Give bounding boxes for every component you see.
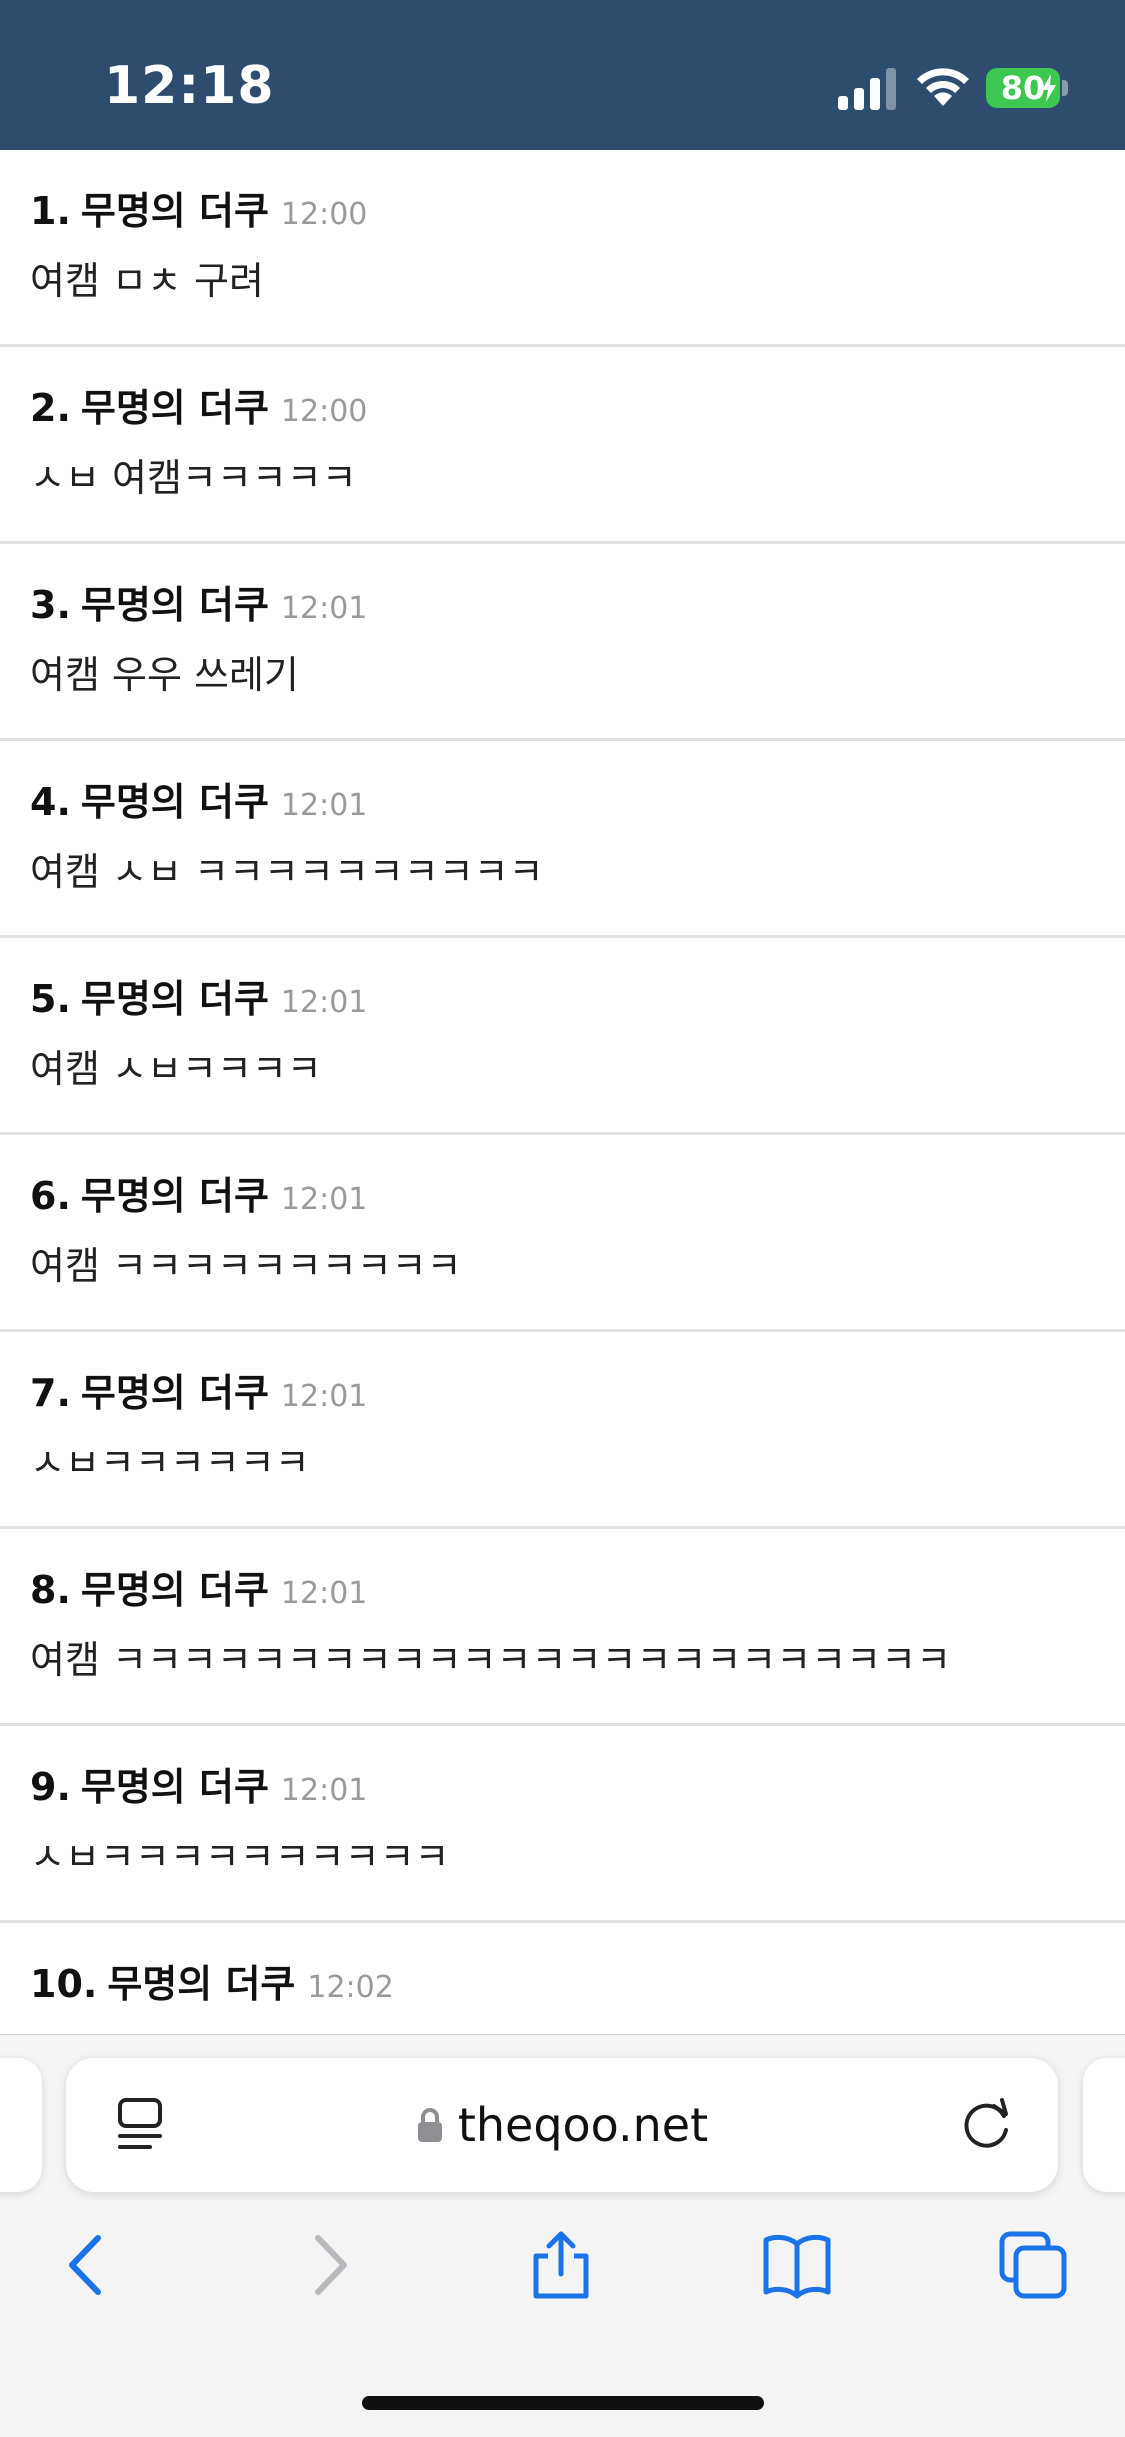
comment-header: 5. 무명의 더쿠 12:01 (30, 968, 367, 1023)
comment-number: 1. (30, 189, 71, 233)
share-icon[interactable] (526, 2230, 596, 2300)
url-text: theqoo.net (457, 2098, 709, 2152)
tabs-icon[interactable] (998, 2230, 1068, 2300)
comment-text: ㅅㅂㅋㅋㅋㅋㅋㅋㅋㅋㅋㅋ (30, 1835, 450, 1879)
comment-text: 여캠 ㅁㅊ 구려 (30, 259, 264, 303)
comment-item[interactable]: 1. 무명의 더쿠 12:00 여캠 ㅁㅊ 구려 (0, 150, 1125, 347)
comment-item[interactable]: 9. 무명의 더쿠 12:01 ㅅㅂㅋㅋㅋㅋㅋㅋㅋㅋㅋㅋ (0, 1726, 1125, 1923)
comment-time: 12:01 (280, 1773, 368, 1808)
comment-header: 7. 무명의 더쿠 12:01 (30, 1362, 367, 1417)
comment-header: 9. 무명의 더쿠 12:01 (30, 1756, 367, 1811)
comment-text: 여캠 우우 쓰레기 (30, 653, 299, 697)
reload-icon[interactable] (958, 2094, 1018, 2154)
comment-author: 무명의 더쿠 (80, 386, 269, 430)
comment-header: 2. 무명의 더쿠 12:00 (30, 377, 367, 432)
comment-time: 12:01 (280, 1379, 368, 1414)
comment-header: 6. 무명의 더쿠 12:01 (30, 1165, 367, 1220)
comment-number: 3. (30, 583, 71, 627)
comment-time: 12:00 (280, 197, 368, 232)
back-icon[interactable] (52, 2230, 122, 2300)
comment-time: 12:01 (280, 788, 368, 823)
comment-number: 4. (30, 780, 71, 824)
comment-header: 4. 무명의 더쿠 12:01 (30, 771, 367, 826)
comment-header: 3. 무명의 더쿠 12:01 (30, 574, 367, 629)
comment-author: 무명의 더쿠 (80, 1765, 269, 1809)
comment-number: 9. (30, 1765, 71, 1809)
forward-icon[interactable] (294, 2230, 364, 2300)
comment-author: 무명의 더쿠 (80, 189, 269, 233)
comment-item[interactable]: 7. 무명의 더쿠 12:01 ㅅㅂㅋㅋㅋㅋㅋㅋ (0, 1332, 1125, 1529)
comment-author: 무명의 더쿠 (80, 780, 269, 824)
comment-item[interactable]: 4. 무명의 더쿠 12:01 여캠 ㅅㅂ ㅋㅋㅋㅋㅋㅋㅋㅋㅋㅋ (0, 741, 1125, 938)
comment-time: 12:01 (280, 985, 368, 1020)
previous-tab-peek[interactable] (0, 2058, 42, 2192)
comment-number: 10. (30, 1962, 98, 2006)
comment-author: 무명의 더쿠 (80, 1568, 269, 1612)
comment-time: 12:02 (307, 1970, 394, 2005)
comment-item[interactable]: 3. 무명의 더쿠 12:01 여캠 우우 쓰레기 (0, 544, 1125, 741)
comment-item[interactable]: 5. 무명의 더쿠 12:01 여캠 ㅅㅂㅋㅋㅋㅋ (0, 938, 1125, 1135)
comment-text: 여캠 ㅋㅋㅋㅋㅋㅋㅋㅋㅋㅋ (30, 1244, 462, 1288)
comment-author: 무명의 더쿠 (80, 583, 269, 627)
battery-level: 80 (1000, 69, 1046, 107)
cellular-signal-icon (838, 68, 896, 110)
comment-item[interactable]: 8. 무명의 더쿠 12:01 여캠 ㅋㅋㅋㅋㅋㅋㅋㅋㅋㅋㅋㅋㅋㅋㅋㅋㅋㅋㅋㅋㅋㅋㅋㅋ (0, 1529, 1125, 1726)
status-bar: 12:18 80 (0, 0, 1125, 150)
comment-number: 7. (30, 1371, 71, 1415)
comment-number: 6. (30, 1174, 71, 1218)
comment-item[interactable]: 10. 무명의 더쿠 12:02 (0, 1923, 1125, 2025)
comment-header: 8. 무명의 더쿠 12:01 (30, 1559, 367, 1614)
comment-time: 12:00 (280, 394, 368, 429)
comment-time: 12:01 (280, 591, 368, 626)
comment-text: ㅅㅂ 여캠ㅋㅋㅋㅋㅋ (30, 456, 357, 500)
status-time: 12:18 (104, 56, 275, 116)
comment-author: 무명의 더쿠 (107, 1962, 296, 2006)
comment-author: 무명의 더쿠 (80, 977, 269, 1021)
comment-number: 5. (30, 977, 71, 1021)
battery-cap (1062, 80, 1068, 96)
comment-list: 1. 무명의 더쿠 12:00 여캠 ㅁㅊ 구려 2. 무명의 더쿠 12:00 ㅅㅂ 여캠ㅋ… (0, 150, 1125, 2025)
home-indicator[interactable] (362, 2396, 764, 2410)
wifi-icon (917, 68, 969, 106)
comment-header: 1. 무명의 더쿠 12:00 (30, 180, 367, 235)
comment-text: ㅅㅂㅋㅋㅋㅋㅋㅋ (30, 1441, 310, 1485)
charging-bolt-icon (1042, 74, 1056, 102)
comment-text: 여캠 ㅋㅋㅋㅋㅋㅋㅋㅋㅋㅋㅋㅋㅋㅋㅋㅋㅋㅋㅋㅋㅋㅋㅋㅋ (30, 1638, 952, 1682)
comment-header: 10. 무명의 더쿠 12:02 (30, 1953, 394, 2008)
comment-item[interactable]: 2. 무명의 더쿠 12:00 ㅅㅂ 여캠ㅋㅋㅋㅋㅋ (0, 347, 1125, 544)
comment-author: 무명의 더쿠 (80, 1174, 269, 1218)
comment-time: 12:01 (280, 1182, 368, 1217)
url-display[interactable]: theqoo.net (66, 2058, 1058, 2192)
comment-author: 무명의 더쿠 (80, 1371, 269, 1415)
comment-item[interactable]: 6. 무명의 더쿠 12:01 여캠 ㅋㅋㅋㅋㅋㅋㅋㅋㅋㅋ (0, 1135, 1125, 1332)
next-tab-peek[interactable] (1083, 2058, 1125, 2192)
bookmarks-icon[interactable] (762, 2230, 832, 2300)
comment-time: 12:01 (280, 1576, 368, 1611)
lock-icon (417, 2108, 442, 2142)
comment-number: 8. (30, 1568, 71, 1612)
address-bar[interactable]: theqoo.net (66, 2058, 1058, 2192)
comment-number: 2. (30, 386, 71, 430)
comment-text: 여캠 ㅅㅂ ㅋㅋㅋㅋㅋㅋㅋㅋㅋㅋ (30, 850, 544, 894)
comment-text: 여캠 ㅅㅂㅋㅋㅋㅋ (30, 1047, 322, 1091)
